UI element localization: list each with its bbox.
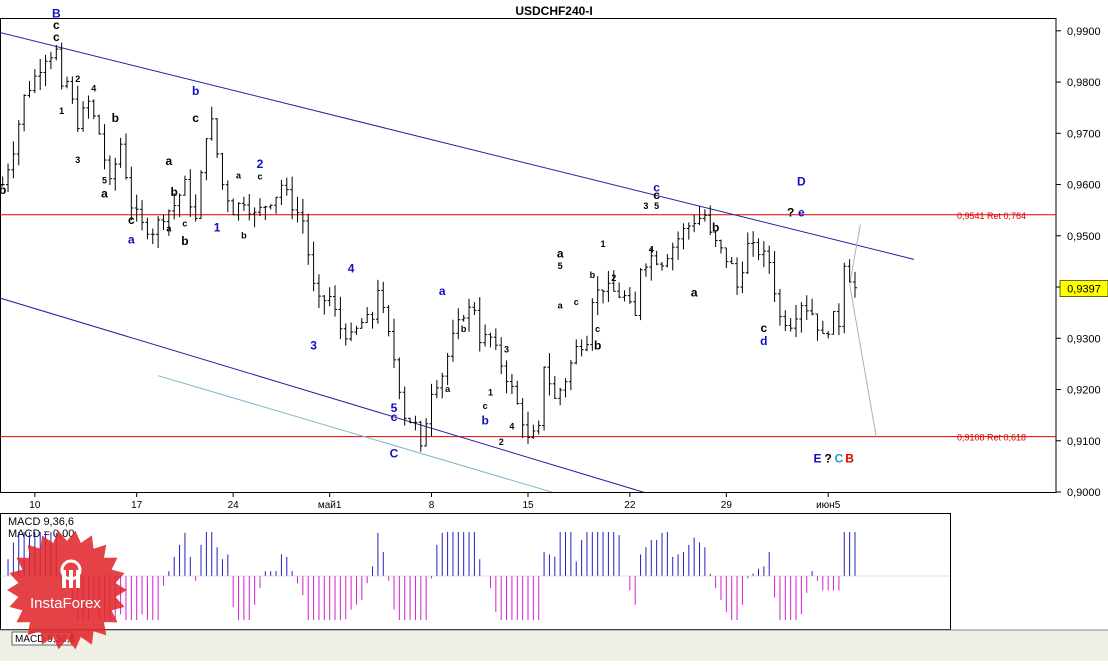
wave-label: a [128, 232, 135, 246]
chart-title: USDCHF240-I [515, 4, 592, 18]
wave-label: b [481, 413, 488, 427]
wave-label: 1 [59, 106, 64, 116]
price-chart[interactable]: 0,9541 Ret 0,7640,9108 Ret 0,618 Bcc2143… [0, 0, 1108, 662]
y-tick-label: 0,9500 [1067, 231, 1101, 243]
wave-label: c [483, 401, 488, 411]
x-tick-label: май1 [318, 500, 342, 511]
wave-label: 2 [257, 157, 264, 171]
x-tick-label: 29 [721, 500, 733, 511]
wave-label: 4 [649, 245, 654, 255]
current-price-label: 0,9397 [1067, 284, 1101, 296]
wave-label: 5 [558, 261, 563, 271]
x-tick-label: 17 [131, 500, 143, 511]
wave-label: c [128, 213, 135, 227]
wave-label: a [557, 246, 564, 260]
wave-label: b [594, 339, 601, 353]
wave-label: 2 [499, 437, 504, 447]
wave-label: b [0, 183, 6, 197]
wave-label: a [101, 186, 108, 200]
wave-label: 4 [509, 421, 514, 431]
wave-label: C [390, 447, 399, 461]
watermark-text: InstaForex [30, 595, 101, 612]
wave-label: 5 [102, 176, 107, 186]
wave-label: b [241, 230, 247, 240]
wave-label: b [181, 234, 188, 248]
x-tick-label: 8 [429, 500, 435, 511]
wave-label: 1 [601, 239, 606, 249]
x-tick-label: 24 [228, 500, 240, 511]
wave-label: 3 [310, 339, 317, 353]
wave-label: c [192, 111, 199, 125]
x-tick-label: июн5 [816, 500, 841, 511]
y-tick-label: 0,9900 [1067, 26, 1101, 38]
wave-label: a [166, 154, 173, 168]
wave-label: D [797, 175, 806, 189]
wave-label: b [590, 270, 596, 280]
wave-label: b [112, 111, 119, 125]
wave-label: c [574, 297, 579, 307]
chart-container: 0,9541 Ret 0,764 0,9108 Ret 0,618 Bcc2143… [0, 0, 1108, 662]
x-tick-label: 15 [522, 500, 534, 511]
wave-label: d [760, 334, 767, 348]
wave-label: 3 [504, 345, 509, 355]
wave-label: 1 [214, 221, 221, 235]
wave-label: 2 [75, 74, 80, 84]
retracement-label: 0,9108 Ret 0,618 [957, 433, 1026, 443]
wave-label: a [691, 285, 698, 299]
y-tick-label: 0,9600 [1067, 180, 1101, 192]
wave-label: 5 [654, 201, 659, 211]
wave-label: c [182, 219, 187, 229]
wave-label: 4 [91, 83, 96, 93]
macd-footer-strip [0, 630, 1108, 662]
wave-label: 3 [75, 155, 80, 165]
wave-label: ? [825, 451, 832, 465]
wave-label: c [391, 410, 398, 424]
wave-label: E [813, 451, 821, 465]
wave-label: a [439, 284, 446, 298]
macd-frame [0, 513, 951, 630]
y-tick-label: 0,9700 [1067, 128, 1101, 140]
retracement-label: 0,9541 Ret 0,764 [957, 211, 1026, 221]
wave-label: b [712, 221, 719, 235]
wave-label: b [192, 84, 199, 98]
wave-label: 3 [643, 201, 648, 211]
macd-label: MACD 9,36,6 [8, 516, 74, 528]
y-tick-label: 0,9100 [1067, 436, 1101, 448]
wave-label: c [653, 188, 660, 202]
wave-label: c [53, 30, 60, 44]
wave-label: c [595, 324, 600, 334]
wave-label: ? [787, 205, 794, 219]
wave-label: 1 [488, 388, 493, 398]
y-tick-label: 0,9300 [1067, 333, 1101, 345]
wave-label: 4 [348, 262, 355, 276]
wave-label: C [835, 451, 844, 465]
y-tick-label: 0,9000 [1067, 487, 1101, 499]
y-tick-label: 0,9800 [1067, 77, 1101, 89]
instaforex-logo: InstaForex [2, 528, 132, 652]
wave-label: 2 [611, 273, 616, 283]
wave-label: b [461, 324, 467, 334]
wave-label: B [845, 451, 854, 465]
x-tick-label: 10 [29, 500, 41, 511]
wave-label: b [171, 185, 178, 199]
wave-label: c [257, 171, 262, 181]
wave-label: e [798, 205, 805, 219]
x-tick-label: 22 [624, 500, 636, 511]
y-tick-label: 0,9200 [1067, 385, 1101, 397]
